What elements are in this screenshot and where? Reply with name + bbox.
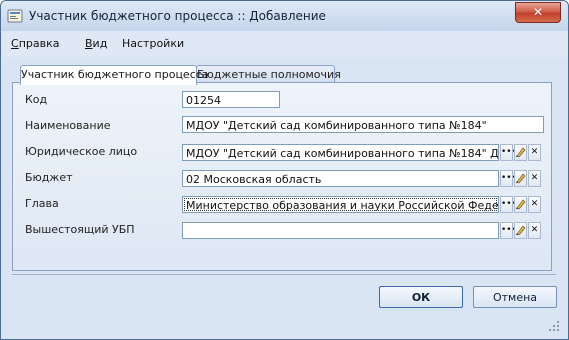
legal-entity-field[interactable]: МДОУ "Детский сад комбинированного типа … [182, 144, 499, 161]
ellipsis-icon[interactable]: ••• [500, 196, 517, 213]
clear-icon[interactable]: ✕ [528, 222, 541, 239]
window-title: Участник бюджетного процесса :: Добавлен… [29, 9, 326, 23]
resize-grip-icon[interactable] [547, 319, 561, 333]
budget-buttons: ••• ✕ [500, 170, 544, 187]
budget-field[interactable]: 02 Московская область [182, 170, 499, 187]
name-label: Наименование [25, 119, 111, 132]
menu-settings[interactable]: Настройки [122, 37, 184, 50]
head-label: Глава [25, 197, 59, 210]
ok-button[interactable]: ОК [379, 286, 463, 308]
clear-icon[interactable]: ✕ [528, 144, 541, 161]
dialog-window: Участник бюджетного процесса :: Добавлен… [0, 0, 569, 340]
edit-icon[interactable] [514, 170, 527, 187]
legal-entity-label: Юридическое лицо [25, 145, 138, 158]
head-buttons: ••• ✕ [500, 196, 544, 213]
divider [12, 274, 556, 275]
ellipsis-icon[interactable]: ••• [500, 170, 517, 187]
menu-view[interactable]: Вид [85, 37, 107, 50]
title-bar[interactable]: Участник бюджетного процесса :: Добавлен… [1, 1, 568, 31]
cancel-button[interactable]: Отмена [473, 286, 557, 308]
code-label: Код [25, 93, 48, 106]
parent-label: Вышестоящий УБП [25, 223, 135, 236]
edit-icon[interactable] [514, 144, 527, 161]
clear-icon[interactable]: ✕ [528, 196, 541, 213]
close-icon: ✕ [532, 5, 544, 19]
head-field[interactable]: Министерство образования и науки Российс… [182, 196, 499, 213]
app-icon [7, 9, 23, 23]
code-field[interactable]: 01254 [182, 91, 280, 108]
legal-entity-buttons: ••• ✕ [500, 144, 544, 161]
parent-buttons: ••• ✕ [500, 222, 544, 239]
edit-icon[interactable] [514, 196, 527, 213]
budget-label: Бюджет [25, 171, 73, 184]
ellipsis-icon[interactable]: ••• [500, 144, 517, 161]
tab-participant[interactable]: Участник бюджетного процесса [20, 65, 209, 85]
parent-field[interactable] [182, 222, 499, 239]
ellipsis-icon[interactable]: ••• [500, 222, 517, 239]
menu-help[interactable]: Справка [11, 37, 59, 50]
clear-icon[interactable]: ✕ [528, 170, 541, 187]
close-button[interactable]: ✕ [515, 2, 561, 23]
name-field[interactable]: МДОУ "Детский сад комбинированного типа … [182, 116, 544, 133]
edit-icon[interactable] [514, 222, 527, 239]
